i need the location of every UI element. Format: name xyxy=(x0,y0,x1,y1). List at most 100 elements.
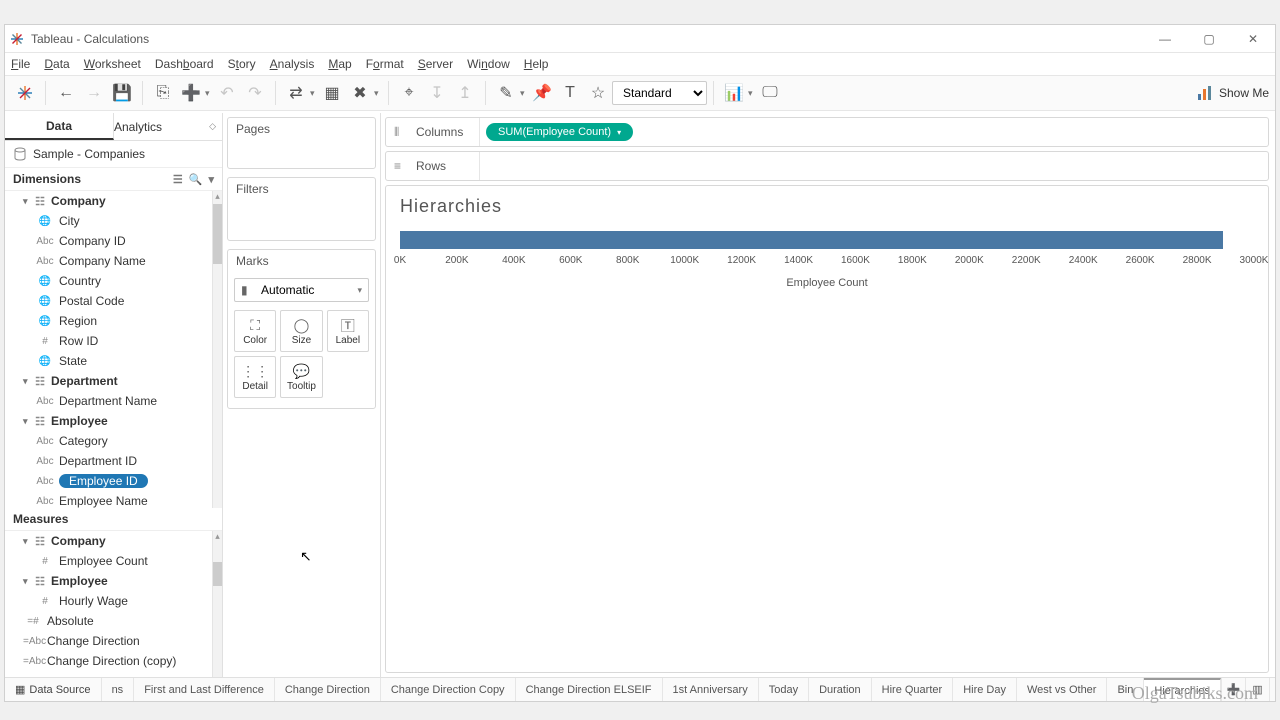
menu-map[interactable]: Map xyxy=(328,57,351,71)
tree-field[interactable]: AbcCategory xyxy=(5,431,222,451)
datasource-row[interactable]: Sample - Companies xyxy=(5,141,222,168)
filters-shelf[interactable]: Filters xyxy=(227,177,376,241)
tableau-home-button[interactable] xyxy=(11,79,39,107)
tree-field[interactable]: =#Absolute xyxy=(5,611,222,631)
totals-button[interactable]: ▦ xyxy=(318,79,346,107)
tree-field[interactable]: 🌐Postal Code xyxy=(5,291,222,311)
pages-label: Pages xyxy=(228,118,375,140)
tree-field[interactable]: #Hourly Wage xyxy=(5,591,222,611)
tree-field[interactable]: 🌐Country xyxy=(5,271,222,291)
swap-button[interactable]: ⇄ xyxy=(282,79,310,107)
marks-detail[interactable]: ⋮⋮Detail xyxy=(234,356,276,398)
tree-field[interactable]: AbcCompany Name xyxy=(5,251,222,271)
viz-bar[interactable] xyxy=(400,231,1223,249)
label-button[interactable]: T xyxy=(556,79,584,107)
tree-field[interactable]: AbcDepartment Name xyxy=(5,391,222,411)
tree-field[interactable]: AbcEmployee Name xyxy=(5,491,222,508)
data-tab[interactable]: Data xyxy=(5,113,114,140)
menu-help[interactable]: Help xyxy=(524,57,549,71)
pages-shelf[interactable]: Pages xyxy=(227,117,376,169)
tree-field[interactable]: 🌐Region xyxy=(5,311,222,331)
mark-type-select[interactable]: ▮ Automatic ▾ xyxy=(234,278,369,302)
measures-scrollbar[interactable]: ▴ xyxy=(212,531,222,677)
fit-select[interactable]: Standard xyxy=(612,81,707,105)
sheet-tab[interactable]: West vs Other xyxy=(1017,678,1107,701)
sheet-tab[interactable]: Hire Quarter xyxy=(872,678,954,701)
sheet-tab[interactable]: Duration xyxy=(809,678,872,701)
filters-label: Filters xyxy=(228,178,375,200)
menu-dashboard[interactable]: Dashboard xyxy=(155,57,214,71)
maximize-button[interactable]: ▢ xyxy=(1187,25,1231,53)
columns-shelf[interactable]: ⦀Columns SUM(Employee Count)▾ xyxy=(385,117,1269,147)
new-datasource-button[interactable]: ⎘ xyxy=(149,79,177,107)
axis-tick: 200K xyxy=(445,255,468,266)
tree-group[interactable]: ▾☷Employee xyxy=(5,411,222,431)
menu-icon[interactable]: ▾ xyxy=(208,173,214,186)
rows-shelf[interactable]: ≡Rows xyxy=(385,151,1269,181)
sheet-tab[interactable]: Today xyxy=(759,678,809,701)
tree-field[interactable]: 🌐City xyxy=(5,211,222,231)
viz-title[interactable]: Hierarchies xyxy=(400,196,1254,217)
tree-field[interactable]: AbcDepartment ID xyxy=(5,451,222,471)
show-me-button[interactable]: Show Me xyxy=(1197,85,1269,101)
menu-format[interactable]: Format xyxy=(366,57,404,71)
highlight-button[interactable]: ✎ xyxy=(492,79,520,107)
save-button[interactable]: 💾 xyxy=(108,79,136,107)
tree-group[interactable]: ▾☷Department xyxy=(5,371,222,391)
marks-color[interactable]: ⛶Color xyxy=(234,310,276,352)
sheet-tab[interactable]: 1st Anniversary xyxy=(663,678,759,701)
close-button[interactable]: ✕ xyxy=(1231,25,1275,53)
view-toggle-icon[interactable]: ☰ xyxy=(173,173,183,186)
menu-analysis[interactable]: Analysis xyxy=(270,57,315,71)
tree-field[interactable]: #Row ID xyxy=(5,331,222,351)
undo-button[interactable]: ↶ xyxy=(213,79,241,107)
sheet-tab[interactable]: Hire Day xyxy=(953,678,1017,701)
marks-label[interactable]: 🅃Label xyxy=(327,310,369,352)
sheet-tab[interactable]: First and Last Difference xyxy=(134,678,275,701)
tree-field[interactable]: =AbcChange Direction xyxy=(5,631,222,651)
dimensions-scrollbar[interactable]: ▴ xyxy=(212,191,222,508)
tree-field[interactable]: #Employee Count xyxy=(5,551,222,571)
menu-window[interactable]: Window xyxy=(467,57,510,71)
sort-asc-button[interactable]: ↧ xyxy=(423,79,451,107)
sheet-tab[interactable]: Change Direction Copy xyxy=(381,678,516,701)
back-button[interactable]: ← xyxy=(52,79,80,107)
axis-tick: 1200K xyxy=(727,255,756,266)
sheet-tab[interactable]: Change Direction ELSEIF xyxy=(516,678,663,701)
menu-worksheet[interactable]: Worksheet xyxy=(84,57,141,71)
forward-button[interactable]: → xyxy=(80,79,108,107)
star-button[interactable]: ☆ xyxy=(584,79,612,107)
tree-field[interactable]: 🌐State xyxy=(5,351,222,371)
analytics-tab[interactable]: Analytics◇ xyxy=(114,113,222,140)
clear-sheet-button[interactable]: ✖ xyxy=(346,79,374,107)
rows-label: Rows xyxy=(416,159,446,173)
menu-server[interactable]: Server xyxy=(418,57,453,71)
menu-file[interactable]: File xyxy=(11,57,30,71)
showhide-cards-button[interactable]: 📊 xyxy=(720,79,748,107)
new-story-button[interactable]: ▭ xyxy=(1269,678,1275,701)
tree-group[interactable]: ▾☷Employee xyxy=(5,571,222,591)
tree-field[interactable]: AbcCompany ID xyxy=(5,231,222,251)
pin-button[interactable]: 📌 xyxy=(528,79,556,107)
search-icon[interactable]: 🔍 xyxy=(189,173,203,186)
group-button[interactable]: ⌖ xyxy=(395,79,423,107)
columns-pill[interactable]: SUM(Employee Count)▾ xyxy=(486,123,633,141)
marks-size[interactable]: ◯Size xyxy=(280,310,322,352)
redo-button[interactable]: ↷ xyxy=(241,79,269,107)
tree-field[interactable]: AbcEmployee ID xyxy=(5,471,222,491)
menu-story[interactable]: Story xyxy=(228,57,256,71)
sort-desc-button[interactable]: ↥ xyxy=(451,79,479,107)
detail-icon: ⋮⋮ xyxy=(241,363,269,381)
axis-tick: 2400K xyxy=(1069,255,1098,266)
marks-tooltip[interactable]: 💬Tooltip xyxy=(280,356,322,398)
present-button[interactable]: 🖵 xyxy=(756,79,784,107)
sheet-tab[interactable]: Change Direction xyxy=(275,678,381,701)
tree-group[interactable]: ▾☷Company xyxy=(5,191,222,211)
menu-data[interactable]: Data xyxy=(44,57,69,71)
minimize-button[interactable]: — xyxy=(1143,25,1187,53)
tree-field[interactable]: =AbcChange Direction (copy) xyxy=(5,651,222,671)
data-source-tab[interactable]: ▦ Data Source xyxy=(5,678,102,701)
tree-group[interactable]: ▾☷Company xyxy=(5,531,222,551)
sheet-tab-partial[interactable]: ns xyxy=(102,678,135,701)
new-worksheet-button[interactable]: ➕ xyxy=(177,79,205,107)
